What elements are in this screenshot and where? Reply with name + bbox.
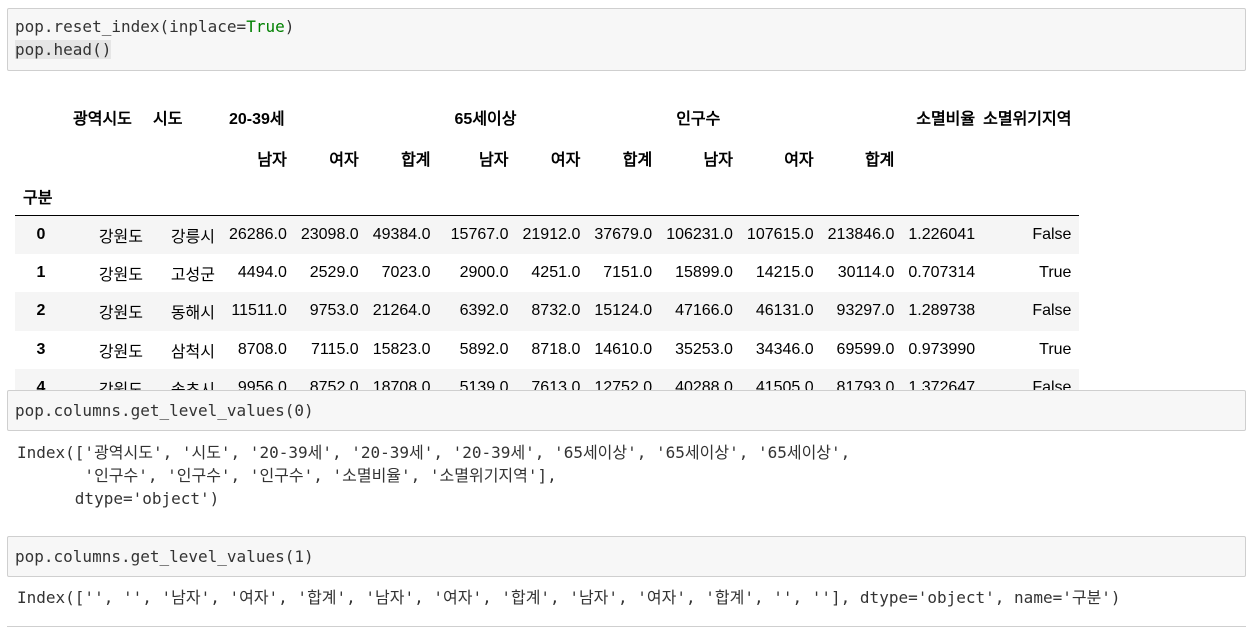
row-index: 2 (36, 302, 46, 320)
dataframe-body: 0 강원도 강릉시 26286.0 23098.0 49384.0 15767.0 21912… (15, 215, 1080, 408)
col-header: 인구수 (676, 111, 721, 128)
code-cell-2[interactable]: pop.columns.get_level_values(0) (7, 390, 1246, 431)
subcol-header: 남자 (257, 152, 287, 169)
table-cell: 강원도 (98, 305, 143, 323)
row-index: 0 (36, 225, 46, 243)
table-cell: 213846.0 (827, 225, 895, 243)
table-cell: 106231.0 (666, 225, 733, 243)
table-cell: 11511.0 (231, 302, 287, 320)
code-editor-1[interactable]: pop.reset_index(inplace=True) pop.head() (8, 9, 1245, 67)
table-cell: 15899.0 (675, 263, 733, 281)
table-cell: 0.973990 (908, 340, 976, 358)
col-header: 시도 (153, 111, 183, 128)
table-cell: 0.707314 (908, 263, 976, 281)
code-cell-3[interactable]: pop.columns.get_level_values(1) (7, 536, 1246, 577)
table-cell: 고성군 (170, 266, 215, 284)
table-cell: 107615.0 (746, 225, 814, 243)
table-cell: 4494.0 (237, 263, 287, 281)
keyword-true: True (246, 17, 285, 36)
table-cell: 강원도 (98, 266, 143, 284)
output-line: Index(['', '', '남자', '여자', '합계', '남자', '… (17, 588, 1121, 607)
index-name: 구분 (23, 189, 53, 207)
subcol-header: 여자 (329, 152, 359, 169)
dataframe-output: 광역시도 시도 20-39세 65세이상 인구수 소멸비율 소멸위기지역 남자 … (15, 95, 1080, 408)
table-cell: 동해시 (170, 305, 215, 323)
table-cell: 15823.0 (372, 340, 431, 358)
table-cell: 7115.0 (310, 340, 359, 358)
table-cell: 8718.0 (531, 340, 581, 358)
table-cell: 7023.0 (381, 263, 431, 281)
table-cell: True (1039, 340, 1072, 358)
table-cell: 47166.0 (675, 302, 733, 320)
table-cell: 93297.0 (836, 302, 895, 320)
table-row: 0 강원도 강릉시 26286.0 23098.0 49384.0 15767.0 21912… (15, 215, 1080, 254)
subcol-header: 여자 (550, 152, 581, 169)
table-row: 3 강원도 삼척시 8708.0 7115.0 15823.0 5892.0 8718.0 14… (15, 331, 1079, 370)
output-line: '인구수', '인구수', '인구수', '소멸비율', '소멸위기지역'], (17, 466, 557, 485)
divider (7, 626, 1246, 627)
code-line-1-end: ) (284, 17, 295, 36)
col-header: 20-39세 (229, 111, 285, 128)
table-cell: True (1039, 263, 1072, 281)
subcol-header: 합계 (401, 152, 431, 169)
table-cell: 26286.0 (229, 225, 287, 243)
table-cell: 8708.0 (237, 340, 287, 358)
table-cell: 23098.0 (300, 225, 359, 243)
code-line-2: pop.head() (15, 40, 112, 59)
table-cell: 7151.0 (603, 263, 653, 281)
col-header: 소멸비율 (916, 111, 976, 128)
table-cell: 14610.0 (594, 340, 653, 358)
table-cell: 강원도 (98, 343, 143, 361)
header-row-index-name: 구분 (15, 177, 1080, 215)
cell-3-output: Index(['', '', '남자', '여자', '합계', '남자', '… (17, 586, 1121, 609)
col-header: 광역시도 (73, 111, 132, 128)
table-cell: 30114.0 (837, 263, 895, 281)
table-cell: 21912.0 (522, 225, 581, 243)
subcol-header: 남자 (479, 152, 509, 169)
output-line: dtype='object') (17, 489, 220, 508)
table-cell: 9753.0 (309, 302, 359, 320)
col-header: 소멸위기지역 (983, 111, 1072, 128)
table-cell: 2529.0 (309, 263, 359, 281)
subcol-header: 여자 (784, 152, 814, 169)
table-cell: 1.226041 (908, 225, 976, 243)
output-line: Index(['광역시도', '시도', '20-39세', '20-39세',… (17, 443, 851, 462)
table-cell: False (1032, 302, 1072, 320)
code-editor-2[interactable]: pop.columns.get_level_values(0) (8, 391, 1245, 428)
code-editor-3[interactable]: pop.columns.get_level_values(1) (8, 537, 1245, 574)
table-cell: 34346.0 (755, 340, 814, 358)
table-cell: 15124.0 (594, 302, 653, 320)
row-index: 1 (36, 263, 46, 281)
col-header: 65세이상 (454, 111, 517, 128)
subcol-header: 남자 (703, 152, 733, 169)
table-cell: 37679.0 (594, 225, 653, 243)
table-cell: 5892.0 (459, 340, 509, 358)
table-cell: False (1032, 225, 1072, 243)
table-cell: 삼척시 (170, 343, 215, 361)
code-line-1: pop.reset_index(inplace= (15, 17, 247, 36)
code-cell-1[interactable]: pop.reset_index(inplace=True) pop.head() (7, 8, 1246, 71)
table-cell: 6392.0 (459, 302, 509, 320)
table-row: 1 강원도 고성군 4494.0 2529.0 7023.0 2900.0 4251.0 715… (15, 254, 1079, 293)
subcol-header: 합계 (864, 152, 895, 169)
table-cell: 1.289738 (908, 302, 976, 320)
table-cell: 강릉시 (170, 228, 215, 246)
table-cell: 15767.0 (450, 225, 509, 243)
table-cell: 49384.0 (372, 225, 431, 243)
cell-2-output: Index(['광역시도', '시도', '20-39세', '20-39세',… (17, 441, 850, 510)
table-cell: 2900.0 (459, 263, 509, 281)
header-row-level1: 남자 여자 합계 남자 여자 합계 남자 여자 합계 (15, 139, 1079, 177)
header-row-level0: 광역시도 시도 20-39세 65세이상 인구수 소멸비율 소멸위기지역 (15, 95, 1079, 139)
table-cell: 21264.0 (372, 302, 431, 320)
row-index: 3 (36, 340, 46, 358)
table-row: 2 강원도 동해시 11511.0 9753.0 21264.0 6392.0 8732.0 1… (15, 292, 1080, 331)
table-cell: 46131.0 (755, 302, 814, 320)
table-cell: 14215.0 (755, 263, 814, 281)
table-cell: 69599.0 (836, 340, 895, 358)
table-cell: 4251.0 (531, 263, 581, 281)
table-cell: 강원도 (98, 228, 143, 246)
table-cell: 35253.0 (675, 340, 733, 358)
subcol-header: 합계 (622, 152, 653, 169)
table-cell: 8732.0 (531, 302, 581, 320)
